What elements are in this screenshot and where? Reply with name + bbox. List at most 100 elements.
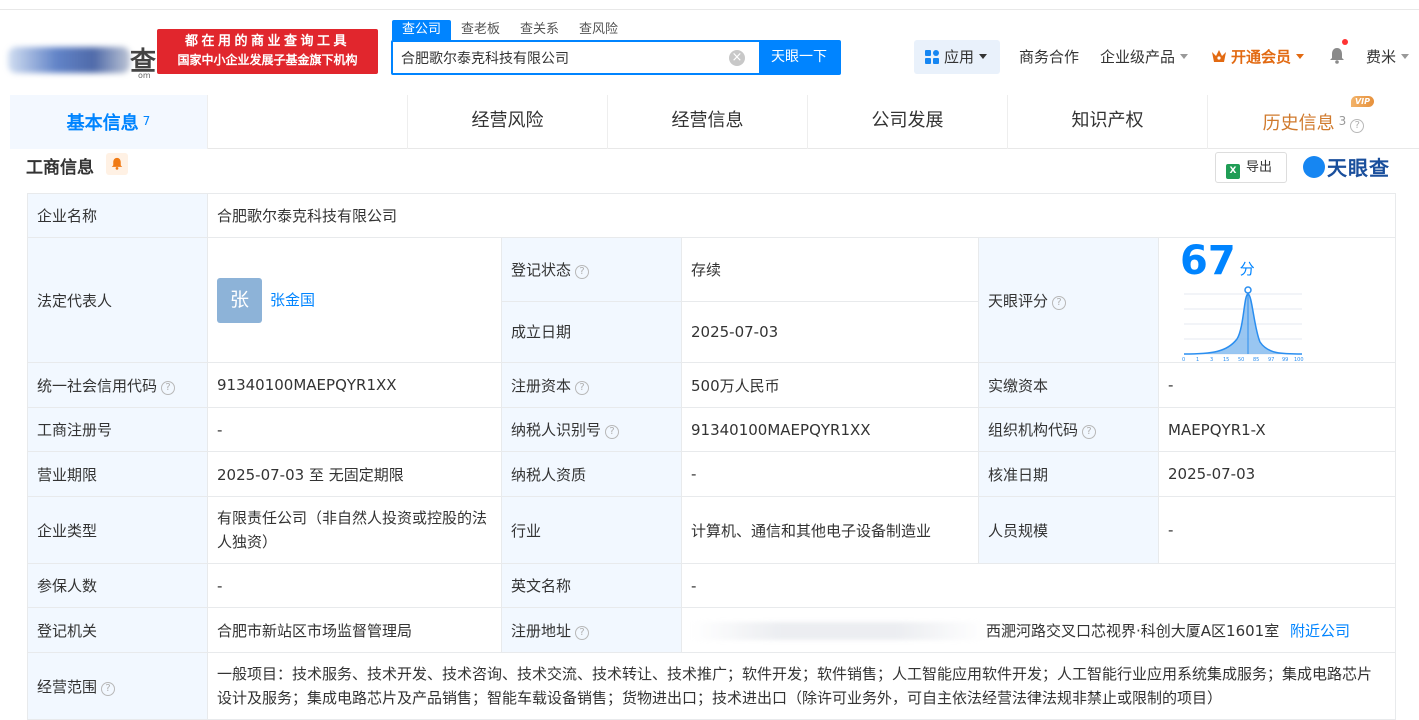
label-text: 天眼评分 (988, 291, 1049, 310)
help-icon[interactable]: ? (575, 264, 590, 279)
user-name: 费米 (1366, 48, 1397, 66)
value-legal-rep: 张张金国 (207, 237, 502, 363)
value-biz-reg-no: - (207, 407, 502, 452)
label-scope: 经营范围? (27, 652, 208, 720)
nav-vip[interactable]: 开通会员 (1211, 40, 1305, 74)
score-distribution-chart: 0 1 3 15 50 85 97 99 100 (1182, 286, 1304, 363)
vip-badge: VIP (1350, 96, 1374, 107)
tab-search-boss[interactable]: 查老板 (451, 20, 510, 40)
score-marker (1244, 286, 1252, 294)
label-credit-code: 统一社会信用代码? (27, 362, 208, 408)
value-taxpayer-id: 91340100MAEPQYR1XX (681, 407, 979, 452)
label-text: 注册资本 (511, 376, 572, 395)
logo-blurred (8, 47, 130, 73)
business-info-table: 企业名称 合肥歌尔泰克科技有限公司 法定代表人 张张金国 登记状态? 存续 天眼… (27, 193, 1397, 720)
value-taxpayer-qual: - (681, 451, 979, 497)
label-term: 营业期限 (27, 451, 208, 497)
nav-enterprise-label: 企业级产品 (1100, 48, 1176, 66)
search-button[interactable]: 天眼一下 (759, 42, 839, 73)
help-icon[interactable]: ? (1350, 119, 1365, 133)
help-icon[interactable]: ? (161, 380, 176, 395)
axis-tick: 1 (1196, 357, 1199, 362)
help-icon[interactable]: ? (101, 681, 116, 696)
value-industry: 计算机、通信和其他电子设备制造业 (681, 496, 979, 564)
nearby-companies-link[interactable]: 附近公司 (1290, 622, 1350, 640)
value-paid-capital: - (1157, 362, 1397, 408)
label-company-type: 企业类型 (27, 496, 208, 564)
value-staff: - (1157, 496, 1397, 564)
value-credit-code: 91340100MAEPQYR1XX (207, 362, 502, 408)
help-icon[interactable]: ? (605, 425, 620, 439)
chevron-down-icon (1296, 54, 1305, 59)
address-redacted (691, 622, 986, 640)
value-insured: - (207, 563, 502, 608)
table-row: 统一社会信用代码? 91340100MAEPQYR1XX 注册资本? 500万人… (27, 362, 1397, 408)
main-tabs: 基本信息 7 经营风险 经营信息 公司发展 知识产权 VIP 历史信息 3? (10, 95, 1419, 149)
tab-label: 历史信息 (1262, 113, 1335, 134)
apps-label: 应用 (944, 48, 975, 66)
slogan-line1: 都在用的商业查询工具 (184, 34, 350, 49)
tab-operating-info[interactable]: 经营信息 (608, 95, 808, 149)
legal-rep-link[interactable]: 张金国 (270, 291, 315, 309)
search-input[interactable] (393, 42, 729, 73)
score-number: 67 分 (1180, 238, 1255, 284)
label-taxpayer-id: 纳税人识别号? (501, 407, 682, 452)
label-text: 登记状态 (511, 260, 572, 279)
tab-search-company[interactable]: 查公司 (392, 20, 452, 40)
score-unit: 分 (1239, 260, 1255, 278)
nav-enterprise[interactable]: 企业级产品 (1100, 40, 1189, 74)
nav-business[interactable]: 商务合作 (1019, 40, 1079, 74)
export-button[interactable]: X 导出 (1215, 152, 1287, 183)
help-icon[interactable]: ? (1082, 425, 1097, 439)
tab-company-dev[interactable]: 公司发展 (808, 95, 1008, 149)
brand-logo: 天眼查 (1303, 152, 1390, 181)
clear-icon[interactable]: × (729, 50, 745, 66)
label-approve-date: 核准日期 (978, 451, 1159, 497)
label-legal-rep: 法定代表人 (27, 237, 208, 363)
section-title-text: 工商信息 (26, 158, 94, 178)
tab-spacer (208, 95, 408, 149)
label-text: 统一社会信用代码 (37, 376, 158, 395)
label-text: 纳税人识别号 (511, 421, 602, 439)
table-row: 登记机关 合肥市新站区市场监督管理局 注册地址? 西淝河路交叉口芯视界·科创大厦… (27, 607, 1397, 653)
help-icon[interactable]: ? (575, 380, 590, 395)
axis-tick: 15 (1223, 357, 1229, 362)
tab-label: 基本信息 (66, 113, 139, 134)
tab-basic-info[interactable]: 基本信息 7 (10, 95, 208, 149)
apps-grid-icon (925, 50, 939, 64)
search-box: × 天眼一下 (391, 40, 841, 75)
bell-icon[interactable] (105, 153, 128, 175)
help-icon[interactable]: ? (1052, 295, 1067, 310)
top-divider (0, 0, 1419, 10)
axis-tick: 85 (1253, 357, 1259, 362)
brand-circle-icon (1303, 156, 1325, 178)
tab-operating-risk[interactable]: 经营风险 (408, 95, 608, 149)
axis-tick: 50 (1238, 357, 1244, 362)
label-address: 注册地址? (501, 607, 682, 653)
score-value: 67 (1180, 238, 1236, 284)
table-row: 经营范围? 一般项目：技术服务、技术开发、技术咨询、技术交流、技术转让、技术推广… (27, 652, 1397, 720)
table-row: 企业名称 合肥歌尔泰克科技有限公司 (27, 193, 1397, 238)
label-insured: 参保人数 (27, 563, 208, 608)
slogan-banner: 都在用的商业查询工具 国家中小企业发展子基金旗下机构 (157, 29, 378, 74)
label-english-name: 英文名称 (501, 563, 682, 608)
help-icon[interactable]: ? (575, 625, 590, 640)
export-label: 导出 (1246, 160, 1273, 175)
logo[interactable]: 查 om (8, 41, 156, 81)
tab-ip[interactable]: 知识产权 (1008, 95, 1208, 149)
axis-tick: 97 (1268, 357, 1274, 362)
tab-history-info[interactable]: VIP 历史信息 3? (1208, 95, 1419, 149)
section-title: 工商信息 (26, 153, 128, 178)
value-reg-status: 存续 (681, 237, 979, 302)
label-taxpayer-qual: 纳税人资质 (501, 451, 682, 497)
user-menu[interactable]: 费米 (1366, 40, 1410, 74)
tab-search-risk[interactable]: 查风险 (569, 20, 628, 40)
value-address: 西淝河路交叉口芯视界·科创大厦A区1601室 附近公司 (680, 607, 1397, 653)
apps-menu[interactable]: 应用 (914, 40, 1000, 74)
brand-name: 天眼查 (1327, 156, 1390, 180)
notification-dot (1342, 39, 1348, 45)
notification-bell[interactable] (1329, 39, 1348, 74)
slogan-line2: 国家中小企业发展子基金旗下机构 (177, 53, 358, 67)
value-score[interactable]: 67 分 0 1 3 15 50 85 97 99 100 (1157, 237, 1397, 363)
tab-search-relation[interactable]: 查关系 (510, 20, 569, 40)
